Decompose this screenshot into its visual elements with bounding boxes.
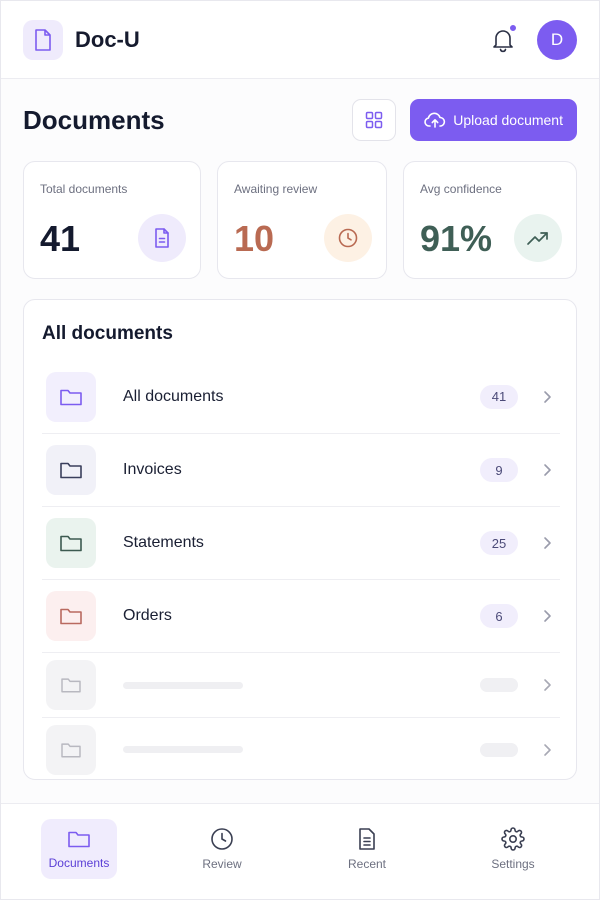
stat-card-awaiting-review: Awaiting review 10 (217, 161, 387, 279)
nav-label: Documents (48, 856, 110, 870)
file-list-icon (356, 827, 378, 851)
nav-documents[interactable]: Documents (41, 819, 117, 879)
chevron-right-icon (542, 463, 552, 477)
folder-icon (59, 460, 83, 480)
folder-row-invoices[interactable]: Invoices 9 (42, 434, 560, 507)
folder-icon (67, 828, 91, 850)
stat-label: Awaiting review (234, 182, 318, 196)
app-name: Doc-U (75, 26, 140, 52)
page-title: Documents (23, 104, 165, 135)
cloud-upload-icon (424, 111, 453, 129)
skeleton-text (123, 681, 243, 689)
placeholder-row (42, 718, 560, 781)
documents-section-title: All documents (42, 323, 173, 344)
folder-row-all-documents[interactable]: All documents 41 (42, 360, 560, 434)
skeleton-badge (480, 742, 518, 757)
chevron-right-icon (542, 678, 552, 692)
stat-value: 10 (234, 218, 275, 259)
folder-row-statements[interactable]: Statements 25 (42, 507, 560, 580)
folder-name: Orders (123, 607, 172, 624)
folder-icon-box (46, 591, 96, 641)
document-icon (32, 28, 54, 52)
stat-icon-badge (138, 214, 186, 262)
nav-label: Settings (491, 857, 535, 871)
stat-value: 41 (40, 218, 81, 259)
stat-label: Total documents (40, 182, 128, 196)
page-header: Documents Upload document (23, 99, 577, 141)
count-badge: 9 (480, 458, 518, 482)
folder-name: Statements (123, 534, 204, 551)
chevron-right-icon (542, 536, 552, 550)
trending-up-icon (526, 228, 550, 248)
count-badge: 41 (480, 384, 518, 409)
skeleton-badge (480, 678, 518, 692)
nav-label: Review (202, 857, 242, 871)
app-window: Doc-U D Documents Upload document Total … (0, 0, 600, 900)
skeleton-text (123, 746, 243, 753)
notification-dot (509, 23, 517, 32)
notifications-button[interactable] (489, 23, 517, 54)
stat-icon-badge (514, 214, 562, 262)
chevron-right-icon (542, 390, 552, 404)
nav-settings[interactable]: Settings (475, 819, 551, 879)
nav-label: Recent (347, 857, 387, 871)
stat-card-avg-confidence: Avg confidence 91% (403, 161, 577, 279)
grid-icon (365, 111, 383, 129)
folder-icon-box (46, 518, 96, 568)
placeholder-row (42, 653, 560, 718)
documents-card: All documents All documents 41 Invoices … (23, 299, 577, 780)
folder-icon-box (46, 660, 96, 710)
folder-icon-box (46, 724, 96, 775)
upload-document-label: Upload document (453, 112, 563, 128)
stat-value: 91% (420, 218, 493, 259)
folder-name: Invoices (123, 461, 182, 478)
count-badge: 25 (480, 531, 518, 555)
folder-icon (59, 533, 83, 553)
clock-icon (337, 227, 359, 249)
folder-icon (60, 741, 82, 759)
folder-icon (59, 387, 83, 407)
nav-recent[interactable]: Recent (329, 819, 405, 879)
chevron-right-icon (542, 743, 552, 757)
gear-icon (501, 827, 525, 851)
upload-document-button[interactable]: Upload document (410, 99, 577, 141)
folder-icon-box (46, 445, 96, 495)
folder-row-orders[interactable]: Orders 6 (42, 580, 560, 653)
stat-label: Avg confidence (420, 182, 502, 196)
folder-icon (59, 606, 83, 626)
avatar[interactable]: D (537, 19, 577, 60)
clock-icon (210, 827, 234, 851)
count-badge: 6 (480, 604, 518, 628)
app-logo (23, 19, 63, 60)
folder-icon (60, 676, 82, 694)
stat-icon-badge (324, 214, 372, 262)
document-icon (152, 227, 172, 249)
bottom-navigation: Documents Review Recent Settings (1, 803, 599, 899)
stats-row: Total documents 41 Awaiting review 10 Av… (23, 161, 577, 279)
grid-view-button[interactable] (352, 99, 397, 141)
app-header: Doc-U D (1, 1, 599, 79)
stat-card-total: Total documents 41 (23, 161, 201, 279)
chevron-right-icon (542, 609, 552, 623)
folder-icon-box (46, 371, 96, 422)
header-actions: D (489, 19, 577, 60)
folder-name: All documents (123, 387, 224, 405)
nav-review[interactable]: Review (184, 819, 260, 879)
